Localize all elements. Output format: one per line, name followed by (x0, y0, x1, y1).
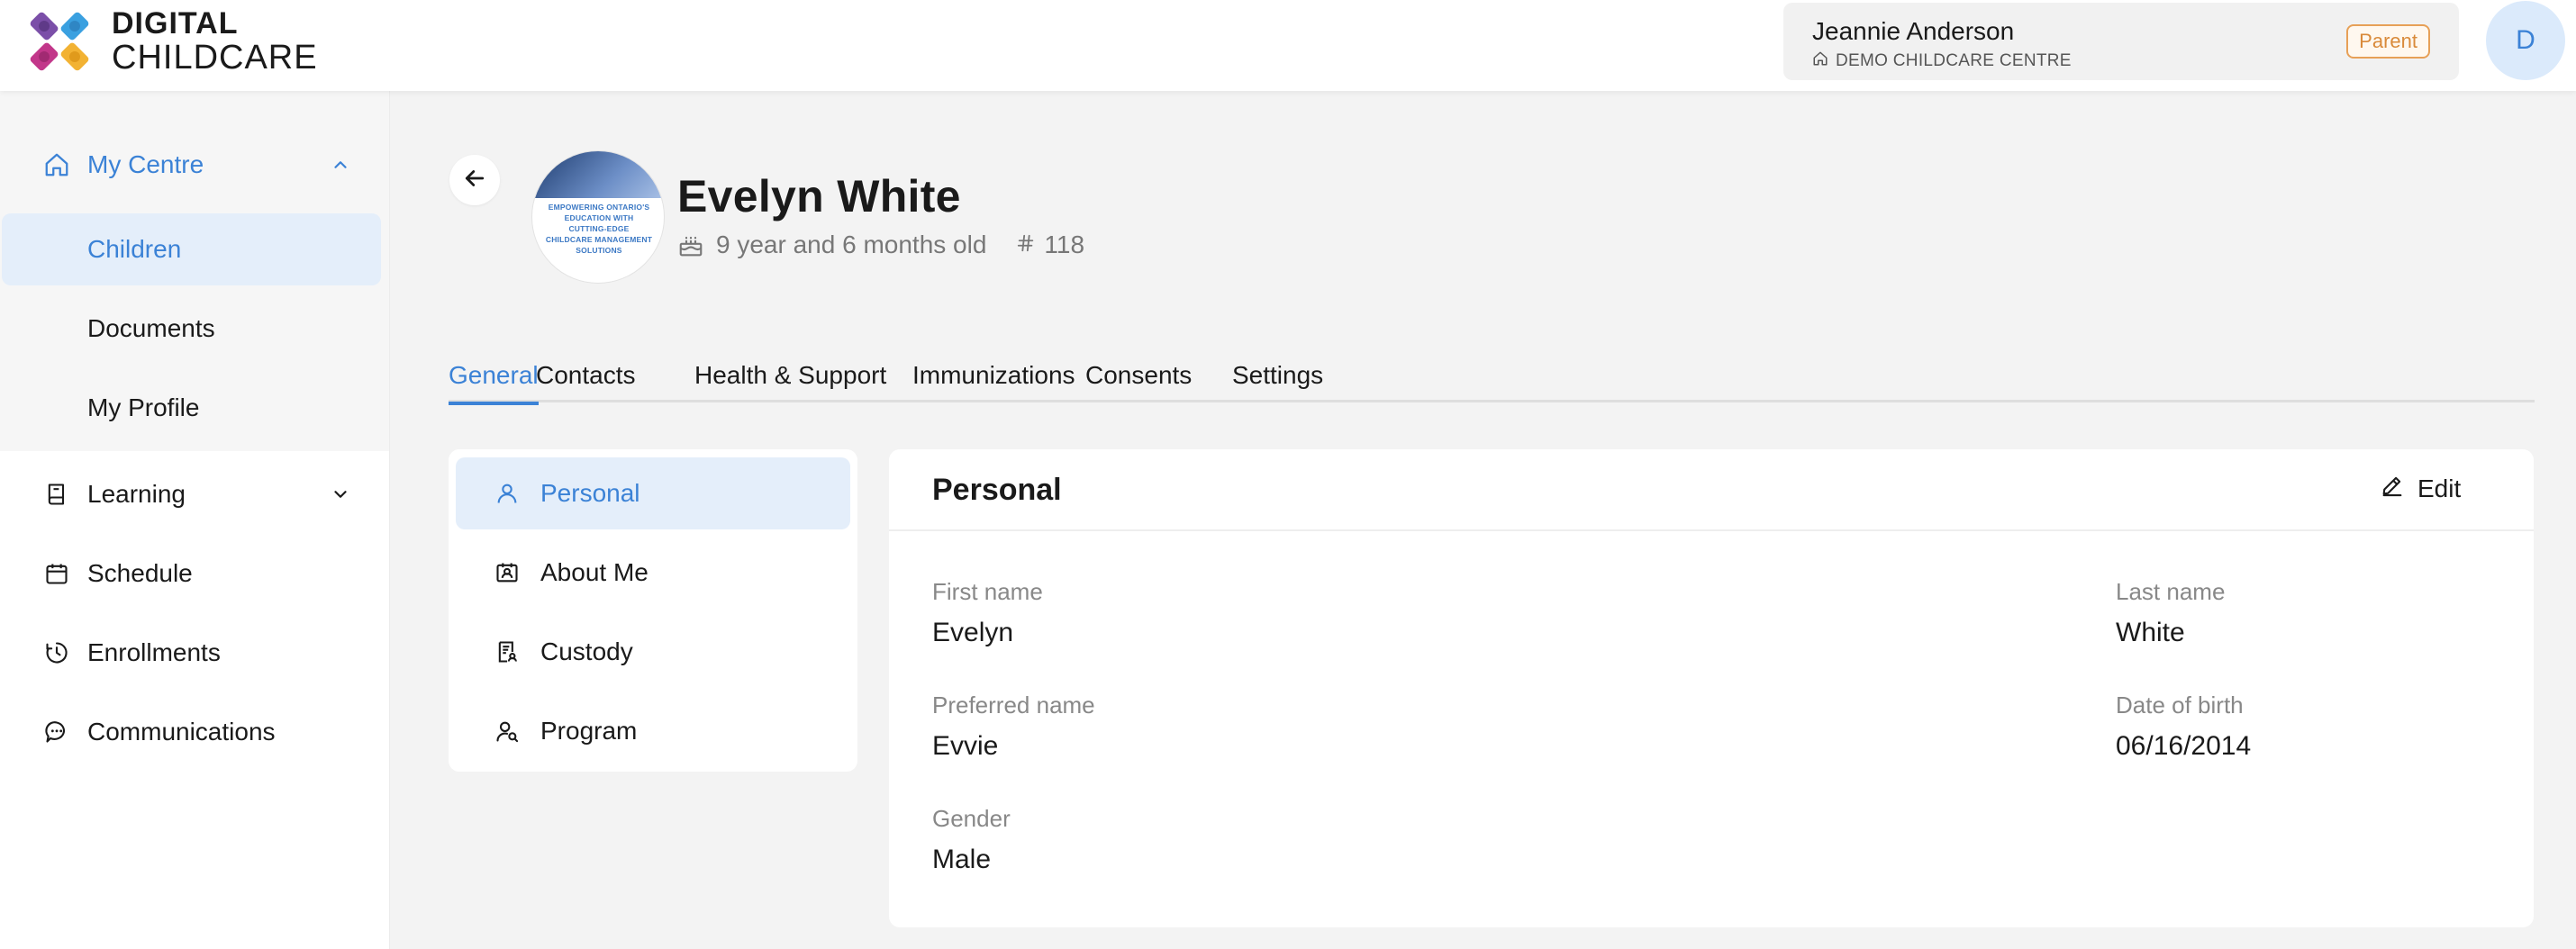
sidebar-item-label: My Centre (87, 150, 204, 178)
document-person-icon (494, 638, 521, 665)
tab-contacts[interactable]: Contacts (536, 343, 636, 402)
subnav-item-about-me[interactable]: About Me (456, 537, 850, 609)
general-subnav: Personal About Me Custody Program (449, 449, 857, 772)
preferred-name-value: Evvie (932, 731, 999, 761)
my-centre-section: My Centre Children Documents My Profile (0, 91, 389, 451)
house-icon (1812, 50, 1828, 72)
logo-line-2: CHILDCARE (112, 39, 318, 77)
puzzle-logo-icon (16, 0, 103, 83)
logo-line-1: DIGITAL (112, 6, 239, 41)
child-name: Evelyn White (677, 171, 961, 221)
home-icon (43, 151, 70, 178)
tab-general[interactable]: General (449, 343, 539, 405)
child-id: 118 (1044, 230, 1085, 258)
child-photo: EMPOWERING ONTARIO'S EDUCATION WITH CUTT… (531, 150, 665, 284)
app-logo[interactable]: DIGITAL CHILDCARE (16, 0, 318, 83)
pencil-icon (2380, 473, 2405, 504)
sidebar-item-label: My Profile (87, 393, 200, 421)
user-card[interactable]: Jeannie Anderson DEMO CHILDCARE CENTRE P… (1783, 3, 2459, 80)
dob-label: Date of birth (2116, 691, 2244, 719)
sidebar-item-children[interactable]: Children (2, 213, 381, 285)
sidebar-item-label: Enrollments (87, 638, 221, 666)
sidebar-item-my-profile[interactable]: My Profile (2, 372, 381, 444)
arrow-left-icon (461, 165, 488, 196)
sidebar-item-label: Schedule (87, 559, 193, 587)
user-centre: DEMO CHILDCARE CENTRE (1812, 50, 2072, 72)
chevron-up-icon (328, 152, 353, 177)
preferred-name-label: Preferred name (932, 691, 1095, 719)
sidebar-item-label: Children (87, 235, 182, 263)
personal-panel: Personal Edit First name Evelyn Last nam… (889, 449, 2534, 927)
avatar[interactable]: D (2486, 1, 2565, 80)
main-content: EMPOWERING ONTARIO'S EDUCATION WITH CUTT… (390, 91, 2576, 949)
subnav-item-custody[interactable]: Custody (456, 616, 850, 688)
gender-value: Male (932, 845, 992, 874)
tab-settings[interactable]: Settings (1232, 343, 1323, 402)
subnav-item-label: Personal (540, 479, 640, 507)
subnav-item-program[interactable]: Program (456, 695, 850, 767)
dob-value: 06/16/2014 (2116, 731, 2252, 761)
panel-header: Personal Edit (889, 449, 2534, 531)
user-name: Jeannie Anderson (1812, 17, 2015, 45)
child-meta: 9 year and 6 months old 118 (677, 230, 1084, 259)
sidebar-item-label: Learning (87, 480, 186, 508)
edit-button[interactable]: Edit (2380, 473, 2461, 504)
subnav-item-label: About Me (540, 558, 649, 586)
person-search-icon (494, 718, 521, 745)
centre-name: DEMO CHILDCARE CENTRE (1836, 51, 2072, 70)
photo-image (532, 151, 664, 198)
sidebar-item-documents[interactable]: Documents (2, 293, 381, 365)
subnav-item-label: Custody (540, 637, 633, 665)
sidebar-item-enrollments[interactable]: Enrollments (0, 617, 389, 689)
child-age: 9 year and 6 months old (716, 230, 987, 258)
photo-caption: EMPOWERING ONTARIO'S EDUCATION WITH CUTT… (545, 203, 653, 255)
calendar-icon (43, 560, 70, 587)
chat-icon (43, 719, 70, 746)
profile-tabs: General Contacts Health & Support Immuni… (449, 343, 2535, 405)
sidebar-item-schedule[interactable]: Schedule (0, 538, 389, 610)
subnav-item-label: Program (540, 717, 638, 745)
first-name-label: First name (932, 578, 1043, 605)
sidebar-item-label: Documents (87, 314, 215, 342)
sidebar-item-communications[interactable]: Communications (0, 696, 389, 768)
last-name-value: White (2116, 618, 2185, 647)
tab-health-support[interactable]: Health & Support (694, 343, 886, 402)
edit-label: Edit (2417, 474, 2462, 502)
role-badge: Parent (2346, 24, 2430, 59)
tab-consents[interactable]: Consents (1085, 343, 1192, 402)
back-button[interactable] (449, 155, 500, 205)
chevron-down-icon (328, 482, 353, 507)
sidebar-item-learning[interactable]: Learning (0, 458, 389, 530)
subnav-item-personal[interactable]: Personal (456, 457, 850, 529)
person-icon (494, 480, 521, 507)
clock-icon (43, 639, 70, 666)
first-name-value: Evelyn (932, 618, 1014, 647)
panel-title: Personal (932, 473, 1062, 507)
sidebar: My Centre Children Documents My Profile … (0, 91, 390, 949)
hash-icon (1016, 230, 1036, 259)
tab-immunizations[interactable]: Immunizations (912, 343, 1075, 402)
last-name-label: Last name (2116, 578, 2226, 605)
id-card-icon (494, 559, 521, 586)
birthday-cake-icon (677, 230, 706, 259)
top-header: DIGITAL CHILDCARE Jeannie Anderson DEMO … (0, 0, 2576, 91)
gender-label: Gender (932, 805, 1011, 832)
book-icon (43, 481, 70, 508)
sidebar-item-label: Communications (87, 718, 276, 746)
sidebar-item-my-centre[interactable]: My Centre (0, 129, 389, 201)
